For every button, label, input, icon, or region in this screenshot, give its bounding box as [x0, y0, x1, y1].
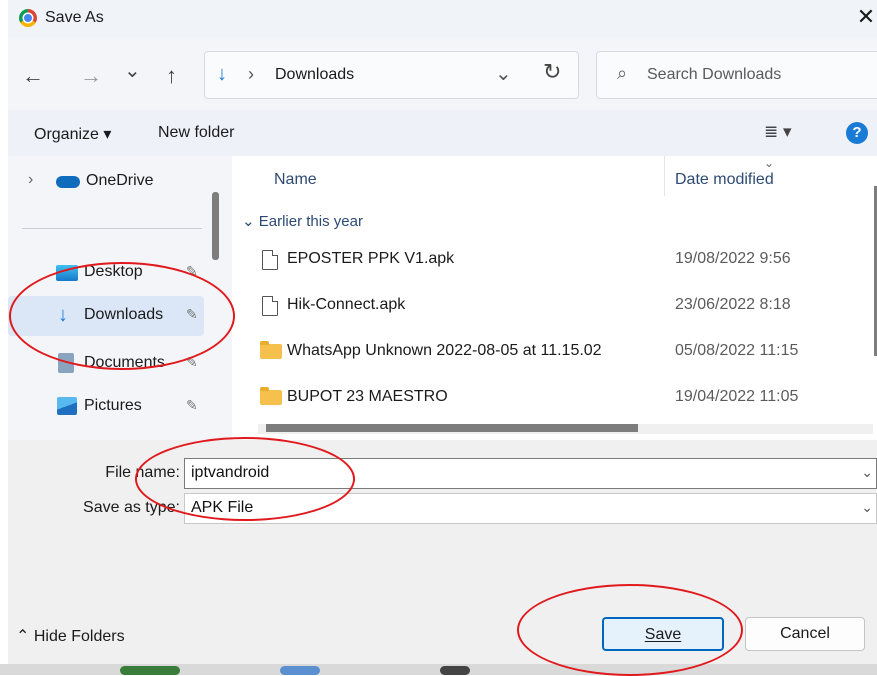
sidebar-item-label: Pictures — [84, 397, 142, 414]
collapse-chevron-icon: ⌄ — [242, 213, 259, 230]
background-taskbar-strip — [0, 664, 877, 675]
sort-chevron-icon: ⌄ — [764, 156, 775, 170]
pin-icon: ✎ — [186, 263, 198, 279]
file-date: 19/08/2022 9:56 — [675, 250, 791, 267]
horizontal-scrollbar-thumb[interactable] — [266, 424, 638, 432]
column-header-date[interactable]: Date modified — [675, 171, 774, 189]
nav-scrollbar[interactable] — [212, 192, 219, 260]
pictures-icon — [57, 397, 77, 415]
column-header-name[interactable]: Name — [274, 171, 317, 189]
cancel-button[interactable]: Cancel — [745, 617, 865, 651]
refresh-button[interactable]: ↻ — [543, 59, 561, 85]
sidebar-item-desktop[interactable]: Desktop ✎ — [8, 253, 208, 293]
view-options-button[interactable]: ≣ ▾ — [764, 122, 792, 142]
hide-folders-button[interactable]: ⌃ Hide Folders — [16, 626, 125, 646]
file-date: 23/06/2022 8:18 — [675, 296, 791, 313]
organize-button[interactable]: Organize ▾ — [34, 124, 111, 144]
file-date: 19/04/2022 11:05 — [675, 388, 799, 405]
sidebar-item-label: OneDrive — [86, 172, 154, 189]
background-icon — [120, 666, 180, 675]
folder-row[interactable]: WhatsApp Unknown 2022-08-05 at 11.15.02 … — [232, 332, 877, 372]
folder-row[interactable]: BUPOT 23 MAESTRO 19/04/2022 11:05 — [232, 378, 877, 418]
hide-folders-label: Hide Folders — [33, 628, 125, 645]
navigation-pane: › OneDrive Desktop ✎ ↓ Downloads ✎ Docum… — [8, 156, 232, 440]
save-button[interactable]: Save — [602, 617, 724, 651]
sidebar-item-label: Downloads — [84, 306, 164, 323]
file-icon — [262, 250, 278, 270]
file-name: BUPOT 23 MAESTRO — [287, 388, 448, 405]
close-button[interactable]: ✕ — [855, 4, 877, 30]
chevron-up-icon: ⌃ — [16, 628, 34, 645]
file-name-label: File name: — [105, 464, 180, 481]
sidebar-item-documents[interactable]: Documents ✎ — [8, 344, 208, 384]
group-label: Earlier this year — [258, 213, 363, 230]
column-divider — [664, 156, 665, 196]
folder-icon — [260, 387, 282, 405]
pin-icon: ✎ — [186, 397, 198, 413]
save-as-type-select[interactable]: ⌄ — [184, 493, 877, 524]
save-form: File name: ⌄ Save as type: ⌄ ⌃ Hide Fold… — [8, 440, 877, 664]
title-bar: Save As ✕ — [8, 0, 877, 38]
new-folder-button[interactable]: New folder — [158, 124, 234, 142]
chevron-right-icon: › — [248, 64, 254, 84]
file-icon — [262, 296, 278, 316]
background-icon — [440, 666, 470, 675]
cloud-icon — [56, 176, 80, 188]
sidebar-item-onedrive[interactable]: › OneDrive — [8, 162, 208, 202]
background-icon — [280, 666, 320, 675]
divider — [22, 228, 202, 229]
expand-chevron-icon[interactable]: › — [28, 171, 33, 189]
chevron-down-icon[interactable]: ⌄ — [861, 499, 873, 516]
search-icon: ⌕ — [617, 63, 628, 83]
up-button[interactable]: ↑ — [166, 63, 177, 89]
pin-icon: ✎ — [186, 354, 198, 370]
sidebar-item-pictures[interactable]: Pictures ✎ — [8, 387, 208, 427]
pin-icon: ✎ — [186, 306, 198, 322]
back-button[interactable]: ← — [22, 63, 44, 89]
address-dropdown-icon[interactable]: ⌄ — [495, 61, 512, 86]
forward-button[interactable]: → — [80, 63, 102, 89]
search-box[interactable]: ⌕ — [596, 51, 877, 99]
file-date: 05/08/2022 11:15 — [675, 342, 799, 359]
file-list: Name ⌄ Date modified ⌄ Earlier this year… — [232, 156, 877, 440]
file-name-input[interactable] — [191, 464, 831, 482]
save-as-type-label: Save as type: — [83, 499, 180, 516]
file-row[interactable]: EPOSTER PPK V1.apk 19/08/2022 9:56 — [232, 240, 877, 280]
save-as-type-value[interactable] — [191, 499, 831, 517]
sidebar-item-label: Desktop — [84, 263, 143, 280]
command-toolbar: Organize ▾ New folder ≣ ▾ ? — [8, 110, 877, 156]
desktop-icon — [56, 265, 78, 281]
file-row[interactable]: Hik-Connect.apk 23/06/2022 8:18 — [232, 286, 877, 326]
search-input[interactable] — [647, 64, 867, 86]
save-as-dialog: Save As ✕ ← → ⌄ ↑ ↓ › Downloads ⌄ ↻ ⌕ Or… — [8, 0, 877, 665]
file-name: WhatsApp Unknown 2022-08-05 at 11.15.02 — [287, 342, 602, 359]
chrome-logo-icon — [19, 9, 37, 27]
address-bar[interactable]: ↓ › Downloads ⌄ ↻ — [204, 51, 579, 99]
folder-icon — [260, 341, 282, 359]
documents-icon — [58, 353, 74, 373]
help-button[interactable]: ? — [846, 122, 868, 144]
recent-locations-button[interactable]: ⌄ — [124, 58, 141, 83]
breadcrumb-downloads[interactable]: Downloads — [275, 66, 354, 84]
download-icon: ↓ — [58, 304, 68, 326]
file-name-field[interactable]: ⌄ — [184, 458, 877, 489]
file-name: EPOSTER PPK V1.apk — [287, 250, 455, 267]
file-name: Hik-Connect.apk — [287, 296, 406, 313]
window-title: Save As — [45, 9, 104, 26]
chevron-down-icon[interactable]: ⌄ — [861, 464, 873, 481]
sidebar-item-downloads[interactable]: ↓ Downloads ✎ — [8, 296, 204, 336]
download-arrow-icon: ↓ — [217, 63, 227, 85]
group-header[interactable]: ⌄ Earlier this year — [242, 212, 363, 230]
sidebar-item-label: Documents — [84, 354, 165, 371]
